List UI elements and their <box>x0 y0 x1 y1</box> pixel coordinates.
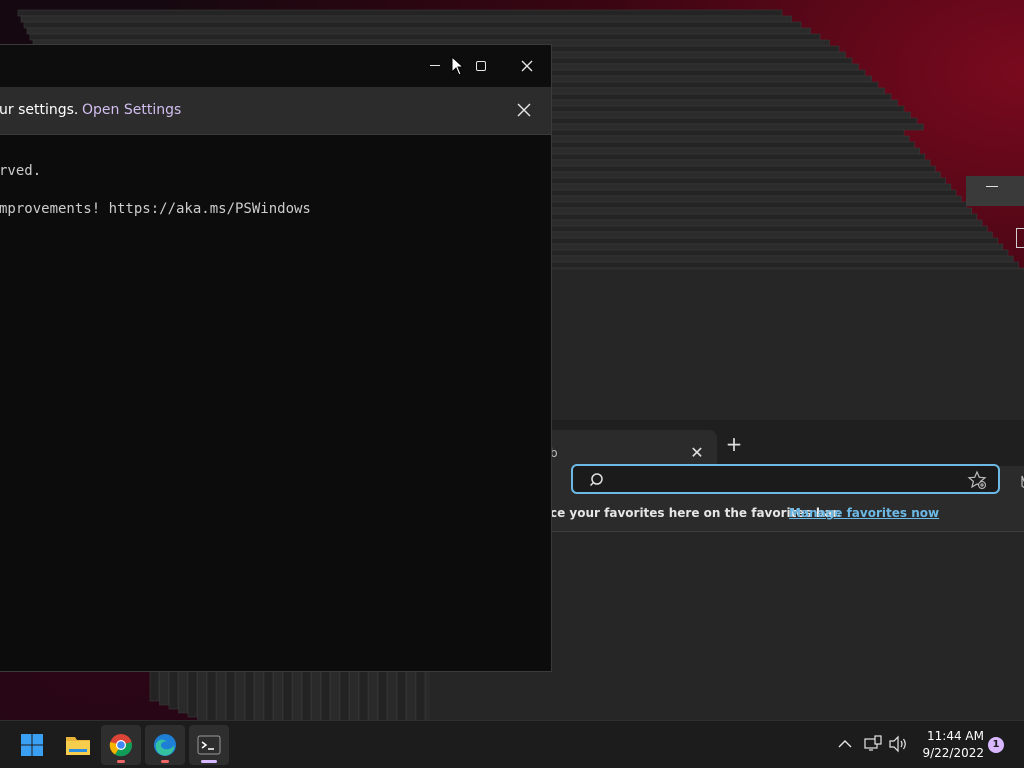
new-tab-button[interactable]: + <box>722 434 746 456</box>
clock-time: 11:44 AM <box>927 729 984 743</box>
infobar-message: ur settings. <box>0 102 79 118</box>
network-icon[interactable] <box>864 735 882 753</box>
ghost-window-edge <box>206 664 217 720</box>
terminal-line: rved. <box>0 163 42 179</box>
ghost-window-edge <box>29 33 821 41</box>
ghost-window-edge <box>368 664 378 720</box>
ghost-window-edge <box>396 664 407 720</box>
taskbar-file-explorer[interactable] <box>57 725 97 765</box>
tab-close-icon[interactable]: ✕ <box>688 444 706 462</box>
ghost-window-edge <box>415 664 426 720</box>
ghost-window-edge <box>292 664 302 720</box>
address-bar[interactable] <box>571 464 1000 494</box>
close-icon <box>521 60 533 72</box>
taskbar-terminal[interactable] <box>189 725 229 765</box>
address-input[interactable] <box>613 469 953 489</box>
ghost-window-edge <box>235 664 245 720</box>
open-settings-link[interactable]: Open Settings <box>82 102 181 118</box>
background-window-titlebar <box>966 176 1024 206</box>
ghost-window-edge <box>244 664 255 720</box>
volume-icon[interactable] <box>888 735 908 753</box>
taskbar: 11:44 AM 9/22/2022 1 <box>0 720 1024 768</box>
ghost-window-edge <box>301 664 312 720</box>
running-indicator <box>161 760 169 763</box>
favorites-icon[interactable] <box>1016 474 1024 490</box>
ghost-window-edge <box>387 664 397 720</box>
ghost-window-edge <box>254 664 264 720</box>
ghost-window-edge <box>358 664 369 720</box>
ghost-window-edge <box>216 664 226 720</box>
ghost-window-edge <box>377 664 388 720</box>
terminal-icon <box>197 735 221 755</box>
system-clock[interactable]: 11:44 AM 9/22/2022 <box>912 728 984 762</box>
terminal-line: mprovements! https://aka.ms/PSWindows <box>0 201 311 217</box>
clock-date: 9/22/2022 <box>922 746 984 760</box>
desktop: b ✕ + ce your favorites here on the favo… <box>0 0 1024 720</box>
terminal-window: ur settings. Open Settings rved. mprovem… <box>0 44 552 672</box>
running-indicator <box>201 760 217 763</box>
start-button[interactable] <box>12 725 52 765</box>
edge-icon <box>154 734 176 756</box>
terminal-titlebar[interactable] <box>0 45 551 87</box>
start-icon <box>21 734 43 756</box>
background-window-fragment <box>1016 228 1024 248</box>
ghost-window-edge <box>26 27 811 35</box>
close-button[interactable] <box>504 51 550 81</box>
chevron-up-icon[interactable] <box>836 737 854 751</box>
infobar-close-icon[interactable] <box>516 102 532 118</box>
file-explorer-icon <box>66 737 90 755</box>
minimize-icon[interactable] <box>986 186 998 187</box>
ghost-window-edge <box>349 664 359 720</box>
ghost-window-edge <box>330 664 340 720</box>
maximize-icon <box>476 61 486 71</box>
taskbar-edge[interactable] <box>145 725 185 765</box>
settings-infobar: ur settings. Open Settings <box>0 87 551 135</box>
ghost-window-edge <box>23 21 802 29</box>
ghost-window-edge <box>17 9 783 17</box>
search-icon <box>589 473 603 487</box>
running-indicator <box>117 760 125 763</box>
taskbar-chrome[interactable] <box>101 725 141 765</box>
ghost-window-edge <box>263 664 274 720</box>
ghost-window-edge <box>311 664 321 720</box>
ghost-window-edge <box>273 664 283 720</box>
ghost-window-edge <box>20 15 792 23</box>
minimize-icon <box>430 65 440 66</box>
terminal-output[interactable]: rved. mprovements! https://aka.ms/PSWind… <box>0 135 551 671</box>
add-favorite-icon[interactable] <box>967 470 987 490</box>
ghost-window-edge <box>406 664 416 720</box>
ghost-window-edge <box>339 664 350 720</box>
ghost-window-edge <box>225 664 236 720</box>
ghost-window-edge <box>282 664 293 720</box>
ghost-window-edge <box>320 664 331 720</box>
manage-favorites-link[interactable]: Manage favorites now <box>789 506 939 520</box>
notification-badge[interactable]: 1 <box>988 737 1004 753</box>
mouse-cursor-icon <box>451 56 465 76</box>
chrome-icon <box>109 734 133 757</box>
